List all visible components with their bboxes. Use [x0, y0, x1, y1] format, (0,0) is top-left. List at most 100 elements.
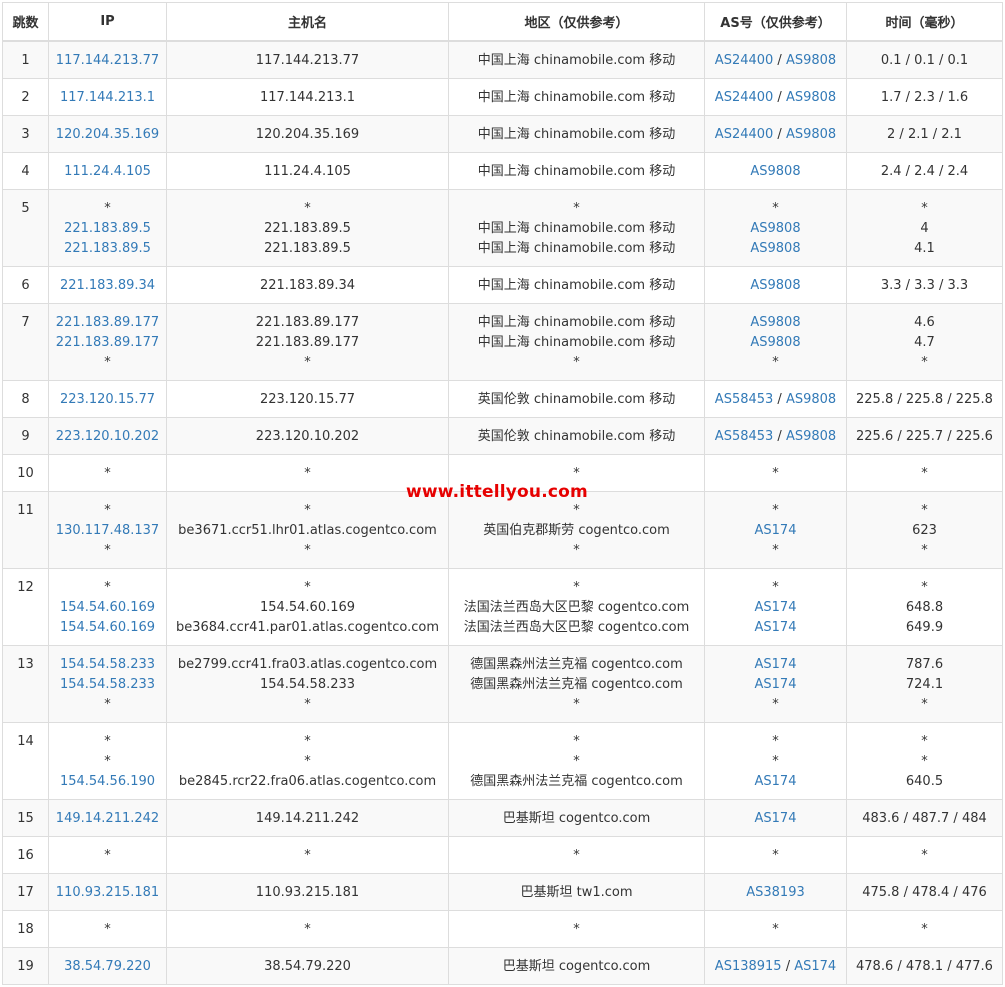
ip-link[interactable]: 130.117.48.137 — [49, 521, 166, 541]
as-link[interactable]: AS24400 — [715, 53, 774, 68]
as-link[interactable]: AS58453 — [715, 392, 774, 407]
ip-link[interactable]: 221.183.89.5 — [49, 219, 166, 239]
ip-link[interactable]: 154.54.58.233 — [49, 675, 166, 695]
as-link[interactable]: AS174 — [794, 959, 836, 974]
hop-number: 16 — [17, 848, 34, 863]
as-link[interactable]: AS9808 — [750, 315, 800, 330]
latency-text: 787.6 — [905, 657, 944, 672]
hostname-cell: * — [166, 836, 449, 874]
ip-link[interactable]: 221.183.89.177 — [49, 313, 166, 333]
as-link[interactable]: AS9808 — [786, 392, 836, 407]
as-link[interactable]: AS174 — [755, 657, 797, 672]
latency-text: 4.6 — [914, 315, 935, 330]
as-link[interactable]: AS24400 — [715, 90, 774, 105]
as-cell: AS58453 / AS9808 — [704, 380, 847, 418]
region-text: 中国上海 chinamobile.com 移动 — [477, 221, 676, 236]
as-line: AS58453 / AS9808 — [705, 390, 846, 410]
header-region: 地区（仅供参考） — [448, 2, 705, 42]
hostname-text: 38.54.79.220 — [264, 959, 351, 974]
latency-text: * — [921, 466, 928, 481]
time-cell: * * 640.5 — [846, 722, 1003, 800]
ip-cell: 223.120.10.202 — [48, 417, 167, 455]
time-cell: * 648.8 649.9 — [846, 568, 1003, 646]
hostname-cell: 111.24.4.105 — [166, 152, 449, 190]
ip-link[interactable]: 149.14.211.242 — [49, 809, 166, 829]
ip-link[interactable]: 110.93.215.181 — [49, 883, 166, 903]
ip-link[interactable]: 221.183.89.177 — [49, 333, 166, 353]
as-line: * — [705, 199, 846, 219]
as-link[interactable]: AS24400 — [715, 127, 774, 142]
as-line: * — [705, 846, 846, 866]
region-text: * — [573, 503, 580, 518]
as-cell: AS9808 AS9808 * — [704, 303, 847, 381]
time-cell: 2.4 / 2.4 / 2.4 — [846, 152, 1003, 190]
table-row: 13 154.54.58.233 154.54.58.233 * be2799.ccr4… — [2, 645, 1003, 723]
ip-cell: * 221.183.89.5 221.183.89.5 — [48, 189, 167, 267]
ip-link[interactable]: 223.120.15.77 — [49, 390, 166, 410]
time-cell: 787.6 724.1 * — [846, 645, 1003, 723]
region-text: * — [573, 355, 580, 370]
hostname-text: * — [304, 543, 311, 558]
as-link[interactable]: AS9808 — [786, 429, 836, 444]
hop-cell: 10 — [2, 454, 49, 492]
hop-cell: 16 — [2, 836, 49, 874]
as-link[interactable]: AS174 — [755, 774, 797, 789]
timeout-marker: * — [104, 503, 111, 518]
as-cell: AS9808 — [704, 266, 847, 304]
ip-cell: 117.144.213.1 — [48, 78, 167, 116]
ip-link[interactable]: 221.183.89.34 — [49, 276, 166, 296]
ip-link[interactable]: 154.54.60.169 — [49, 618, 166, 638]
region-cell: 中国上海 chinamobile.com 移动 中国上海 chinamobile.… — [448, 303, 705, 381]
ip-link[interactable]: 117.144.213.1 — [49, 88, 166, 108]
as-link[interactable]: AS174 — [755, 677, 797, 692]
as-link[interactable]: AS38193 — [746, 885, 805, 900]
as-line: AS174 — [705, 521, 846, 541]
as-link[interactable]: AS9808 — [750, 278, 800, 293]
timeout-marker: * — [104, 848, 111, 863]
hostname-text: 154.54.60.169 — [259, 600, 356, 615]
table-row: 17 110.93.215.181 110.93.215.181 巴基斯坦 tw1.c… — [2, 873, 1003, 911]
as-link[interactable]: AS174 — [755, 523, 797, 538]
as-link[interactable]: AS9808 — [786, 127, 836, 142]
table-row: 15 149.14.211.242 149.14.211.242 巴基斯坦 cogen… — [2, 799, 1003, 837]
ip-link[interactable]: 154.54.58.233 — [49, 655, 166, 675]
as-link[interactable]: AS174 — [755, 600, 797, 615]
latency-text: * — [921, 922, 928, 937]
ip-link[interactable]: 38.54.79.220 — [49, 957, 166, 977]
as-link[interactable]: AS9808 — [786, 90, 836, 105]
ip-link[interactable]: 221.183.89.5 — [49, 239, 166, 259]
latency-text: 478.6 / 478.1 / 477.6 — [856, 959, 993, 974]
region-text: * — [573, 734, 580, 749]
as-cell: * — [704, 836, 847, 874]
timeout-marker: * — [772, 734, 779, 749]
as-link[interactable]: AS138915 — [715, 959, 782, 974]
ip-cell: 221.183.89.177 221.183.89.177 * — [48, 303, 167, 381]
ip-link[interactable]: 117.144.213.77 — [49, 51, 166, 71]
region-text: * — [573, 848, 580, 863]
as-line: AS174 — [705, 809, 846, 829]
as-link[interactable]: AS9808 — [750, 335, 800, 350]
latency-text: * — [921, 697, 928, 712]
as-link[interactable]: AS9808 — [750, 241, 800, 256]
ip-link[interactable]: 223.120.10.202 — [49, 427, 166, 447]
ip-link[interactable]: 111.24.4.105 — [49, 162, 166, 182]
time-cell: * — [846, 454, 1003, 492]
timeout-marker: * — [772, 754, 779, 769]
time-cell: 0.1 / 0.1 / 0.1 — [846, 40, 1003, 79]
ip-link[interactable]: 154.54.60.169 — [49, 598, 166, 618]
region-cell: * * 德国黑森州法兰克福 cogentco.com — [448, 722, 705, 800]
hop-cell: 4 — [2, 152, 49, 190]
as-link[interactable]: AS9808 — [750, 221, 800, 236]
as-link[interactable]: AS9808 — [786, 53, 836, 68]
as-link[interactable]: AS174 — [755, 620, 797, 635]
as-link[interactable]: AS9808 — [750, 164, 800, 179]
ip-link[interactable]: 120.204.35.169 — [49, 125, 166, 145]
hostname-text: * — [304, 697, 311, 712]
as-link[interactable]: AS174 — [755, 811, 797, 826]
hostname-cell: be2799.ccr41.fra03.atlas.cogentco.com 154… — [166, 645, 449, 723]
region-cell: * 中国上海 chinamobile.com 移动 中国上海 chinamobile… — [448, 189, 705, 267]
ip-link[interactable]: 154.54.56.190 — [49, 772, 166, 792]
header-hop: 跳数 — [2, 2, 49, 42]
ip-cell: 223.120.15.77 — [48, 380, 167, 418]
as-link[interactable]: AS58453 — [715, 429, 774, 444]
